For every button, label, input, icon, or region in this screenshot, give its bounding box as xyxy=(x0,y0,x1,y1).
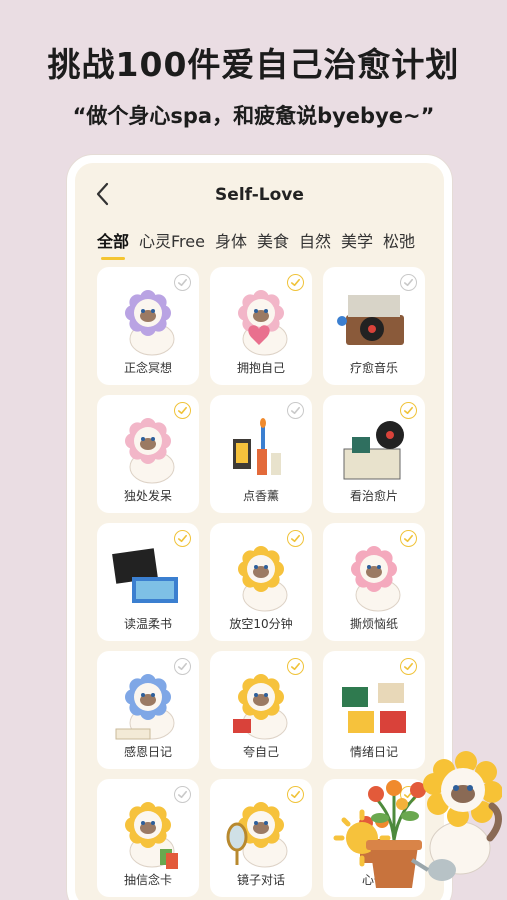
cat-pink-flower-icon xyxy=(351,546,401,612)
activity-card[interactable]: 感恩日记 xyxy=(97,651,199,769)
cat-lying-bow-icon xyxy=(125,418,175,484)
activity-label: 点香薰 xyxy=(242,489,279,503)
activity-label: 感恩日记 xyxy=(123,745,172,759)
activity-card[interactable]: 拥抱自己 xyxy=(210,267,312,385)
activity-label: 放空10分钟 xyxy=(229,617,293,631)
activity-label: 镜子对话 xyxy=(236,873,285,887)
activity-card[interactable]: 读温柔书 xyxy=(97,523,199,641)
activity-label: 疗愈音乐 xyxy=(349,361,398,375)
activity-label: 夸自己 xyxy=(242,745,279,759)
activity-card[interactable]: 夸自己 xyxy=(210,651,312,769)
cat-mirror-icon xyxy=(226,802,288,868)
activity-label: 看治愈片 xyxy=(349,489,398,503)
record-player-icon xyxy=(337,295,404,345)
cat-sunflower-plant-icon xyxy=(333,751,502,888)
books-icon xyxy=(112,548,178,603)
activity-card[interactable]: 抽信念卡 xyxy=(97,779,199,897)
category-tabs: 全部 心灵Free 身体 美食 自然 美学 松弛 xyxy=(97,228,415,260)
activity-label: 读温柔书 xyxy=(123,617,172,631)
cat-hug-heart-icon xyxy=(238,290,288,356)
activity-card[interactable]: 疗愈音乐 xyxy=(323,267,425,385)
activity-label: 撕烦恼纸 xyxy=(349,617,398,631)
activity-label: 正念冥想 xyxy=(123,361,172,375)
activity-card[interactable]: 点香薰 xyxy=(210,395,312,513)
page-title: Self-Love xyxy=(215,185,304,205)
activity-label: 抽信念卡 xyxy=(123,873,172,887)
cat-yellow-flower-book-icon xyxy=(233,674,288,740)
activity-card[interactable]: 独处发呆 xyxy=(97,395,199,513)
tab-3[interactable]: 美食 xyxy=(257,228,289,252)
tab-4[interactable]: 自然 xyxy=(299,228,331,252)
activity-card[interactable]: 看治愈片 xyxy=(323,395,425,513)
candles-lantern-icon xyxy=(233,418,281,475)
tab-2[interactable]: 身体 xyxy=(215,228,247,252)
activity-card[interactable]: 镜子对话 xyxy=(210,779,312,897)
activity-card[interactable]: 撕烦恼纸 xyxy=(323,523,425,641)
activity-card[interactable]: 正念冥想 xyxy=(97,267,199,385)
activity-card[interactable]: 放空10分钟 xyxy=(210,523,312,641)
promo-subline: “做个身心spa，和疲惫说byebye~” xyxy=(72,104,435,128)
tab-6[interactable]: 松弛 xyxy=(383,228,415,252)
cat-blue-flower-writing-icon xyxy=(115,674,175,740)
activity-label: 独处发呆 xyxy=(123,489,172,503)
promo-headline: 挑战100件爱自己治愈计划 xyxy=(47,45,460,84)
tab-0[interactable]: 全部 xyxy=(97,228,129,260)
cat-yellow-flower-icon xyxy=(238,546,288,612)
activity-label: 拥抱自己 xyxy=(236,361,285,375)
cat-purple-flower-icon xyxy=(125,290,175,356)
cat-cards-icon xyxy=(125,802,178,869)
tab-5[interactable]: 美学 xyxy=(341,228,373,252)
film-box-icon xyxy=(343,421,404,480)
tab-1[interactable]: 心灵Free xyxy=(139,228,205,252)
